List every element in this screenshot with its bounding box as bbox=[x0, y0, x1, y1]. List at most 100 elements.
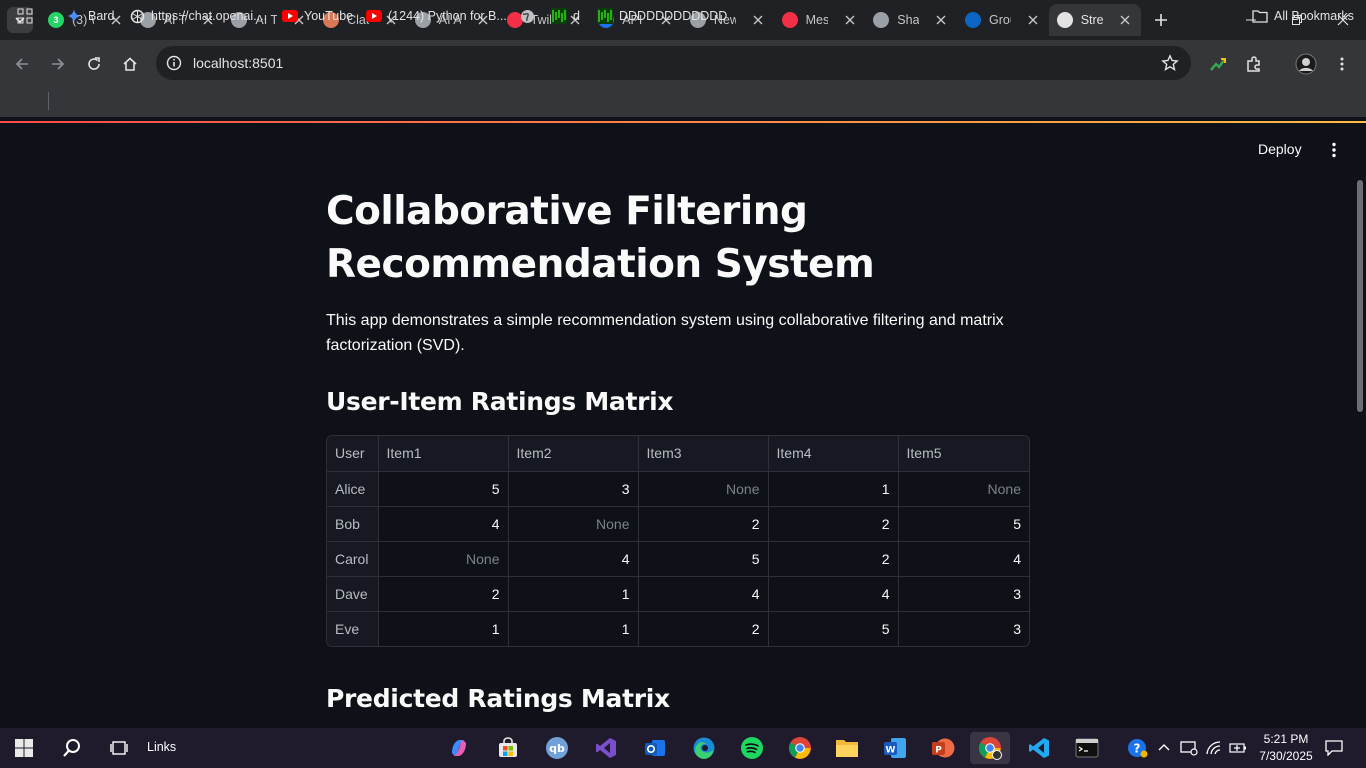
notifications-button[interactable] bbox=[1318, 732, 1350, 764]
back-button[interactable] bbox=[8, 50, 36, 78]
tab-close-icon[interactable] bbox=[1025, 12, 1041, 28]
table-cell[interactable]: 4 bbox=[508, 541, 639, 577]
edge-icon bbox=[693, 737, 715, 759]
browser-tab[interactable]: Mes bbox=[774, 4, 866, 36]
all-bookmarks-button[interactable]: All Bookmarks bbox=[1252, 6, 1354, 26]
column-header[interactable]: Item4 bbox=[768, 436, 899, 472]
page-scrollbar[interactable] bbox=[1357, 180, 1363, 412]
table-cell[interactable]: 4 bbox=[638, 576, 769, 612]
table-cell[interactable]: 4 bbox=[768, 576, 899, 612]
chrome-profile-app[interactable] bbox=[974, 732, 1006, 764]
table-cell[interactable]: 4 bbox=[898, 541, 1029, 577]
table-cell[interactable]: None bbox=[638, 471, 769, 507]
links-toolbar[interactable]: Links bbox=[147, 740, 176, 754]
column-header[interactable]: Item1 bbox=[378, 436, 509, 472]
table-cell[interactable]: None bbox=[898, 471, 1029, 507]
bookmark-item[interactable]: (1244) Python for B... bbox=[366, 6, 507, 26]
bookmark-item[interactable]: YouTube bbox=[282, 6, 353, 26]
column-header[interactable]: Item2 bbox=[508, 436, 639, 472]
chrome-app[interactable] bbox=[784, 732, 816, 764]
browser-tab[interactable]: Shar bbox=[865, 4, 957, 36]
table-cell[interactable]: 2 bbox=[638, 506, 769, 542]
table-cell[interactable]: None bbox=[508, 506, 639, 542]
powerpoint-app[interactable]: P bbox=[927, 732, 959, 764]
url-text[interactable]: localhost:8501 bbox=[193, 55, 283, 71]
spotify-icon bbox=[741, 737, 763, 759]
tab-close-icon[interactable] bbox=[933, 12, 949, 28]
file-explorer-app[interactable] bbox=[831, 732, 863, 764]
table-cell[interactable]: 2 bbox=[768, 541, 899, 577]
reload-button[interactable] bbox=[80, 50, 108, 78]
table-cell[interactable]: 2 bbox=[638, 611, 769, 646]
bookmark-item[interactable]: https://chat.openai.... bbox=[129, 6, 267, 26]
apps-button[interactable] bbox=[17, 6, 33, 26]
spotify-app[interactable] bbox=[736, 732, 768, 764]
profile-button[interactable] bbox=[1292, 50, 1320, 78]
start-button[interactable] bbox=[8, 732, 40, 764]
word-app[interactable]: W bbox=[879, 732, 911, 764]
table-cell[interactable]: 5 bbox=[378, 471, 509, 507]
table-cell[interactable]: 2 bbox=[768, 506, 899, 542]
home-button[interactable] bbox=[116, 50, 144, 78]
all-bookmarks-label: All Bookmarks bbox=[1274, 9, 1354, 23]
table-cell[interactable]: 3 bbox=[508, 471, 639, 507]
row-header-user[interactable]: Dave bbox=[327, 576, 379, 612]
battery-tray-item[interactable] bbox=[1222, 732, 1254, 764]
powerpoint-icon: P bbox=[932, 738, 955, 758]
row-header-user[interactable]: Alice bbox=[327, 471, 379, 507]
tab-close-icon[interactable] bbox=[842, 12, 858, 28]
copilot-app[interactable] bbox=[443, 732, 475, 764]
address-bar[interactable]: localhost:8501 bbox=[156, 46, 1191, 80]
browser-tab[interactable]: Grou bbox=[957, 4, 1049, 36]
terminal-app[interactable] bbox=[1071, 732, 1103, 764]
search-button[interactable] bbox=[56, 732, 88, 764]
table-cell[interactable]: 5 bbox=[898, 506, 1029, 542]
forward-button[interactable] bbox=[44, 50, 72, 78]
search-icon bbox=[63, 739, 80, 757]
extensions-button[interactable] bbox=[1240, 50, 1268, 78]
qbittorrent-app[interactable]: qb bbox=[541, 732, 573, 764]
vscode-app[interactable] bbox=[1023, 732, 1055, 764]
ratings-dataframe[interactable]: User Item1 Item2 Item3 Item4 Item5 Alice 5 3 Non… bbox=[326, 435, 1030, 647]
bookmark-star-icon[interactable] bbox=[1161, 54, 1179, 77]
table-cell[interactable]: 1 bbox=[378, 611, 509, 646]
task-view-button[interactable] bbox=[103, 732, 135, 764]
browser-tab[interactable]: Strea bbox=[1048, 4, 1141, 36]
taskbar-clock[interactable]: 5:21 PM 7/30/2025 bbox=[1254, 731, 1318, 765]
main-menu-button[interactable] bbox=[1324, 140, 1344, 160]
table-cell[interactable]: 1 bbox=[508, 611, 639, 646]
bookmark-label: d bbox=[573, 9, 580, 23]
bookmark-item[interactable]: DDDDDDDDDDDD bbox=[597, 6, 727, 26]
table-cell[interactable]: None bbox=[378, 541, 509, 577]
table-cell[interactable]: 1 bbox=[508, 576, 639, 612]
table-cell[interactable]: 4 bbox=[378, 506, 509, 542]
tab-close-icon[interactable] bbox=[1117, 12, 1133, 28]
edge-app[interactable] bbox=[688, 732, 720, 764]
deploy-button[interactable]: Deploy bbox=[1258, 141, 1302, 157]
table-cell[interactable]: 5 bbox=[768, 611, 899, 646]
tab-title: Strea bbox=[1080, 13, 1103, 27]
table-cell[interactable]: 3 bbox=[898, 611, 1029, 646]
visual-studio-app[interactable] bbox=[590, 732, 622, 764]
column-header[interactable]: User bbox=[327, 436, 379, 472]
table-cell[interactable]: 1 bbox=[768, 471, 899, 507]
column-header[interactable]: Item3 bbox=[638, 436, 769, 472]
tab-favicon-icon bbox=[873, 12, 890, 28]
site-info-icon[interactable] bbox=[164, 53, 184, 73]
bookmark-item[interactable]: d bbox=[551, 6, 580, 26]
bookmark-item[interactable] bbox=[519, 6, 541, 26]
extension-chart-button[interactable] bbox=[1204, 50, 1232, 78]
row-header-user[interactable]: Eve bbox=[327, 611, 379, 646]
browser-menu-button[interactable] bbox=[1328, 50, 1356, 78]
table-cell[interactable]: 2 bbox=[378, 576, 509, 612]
row-header-user[interactable]: Bob bbox=[327, 506, 379, 542]
bookmark-item[interactable]: Bard bbox=[66, 6, 114, 26]
table-cell[interactable]: 3 bbox=[898, 576, 1029, 612]
tab-close-icon[interactable] bbox=[750, 12, 766, 28]
new-tab-button[interactable] bbox=[1150, 9, 1172, 31]
microsoft-store-app[interactable] bbox=[492, 732, 524, 764]
outlook-app[interactable] bbox=[639, 732, 671, 764]
table-cell[interactable]: 5 bbox=[638, 541, 769, 577]
column-header[interactable]: Item5 bbox=[898, 436, 1029, 472]
row-header-user[interactable]: Carol bbox=[327, 541, 379, 577]
